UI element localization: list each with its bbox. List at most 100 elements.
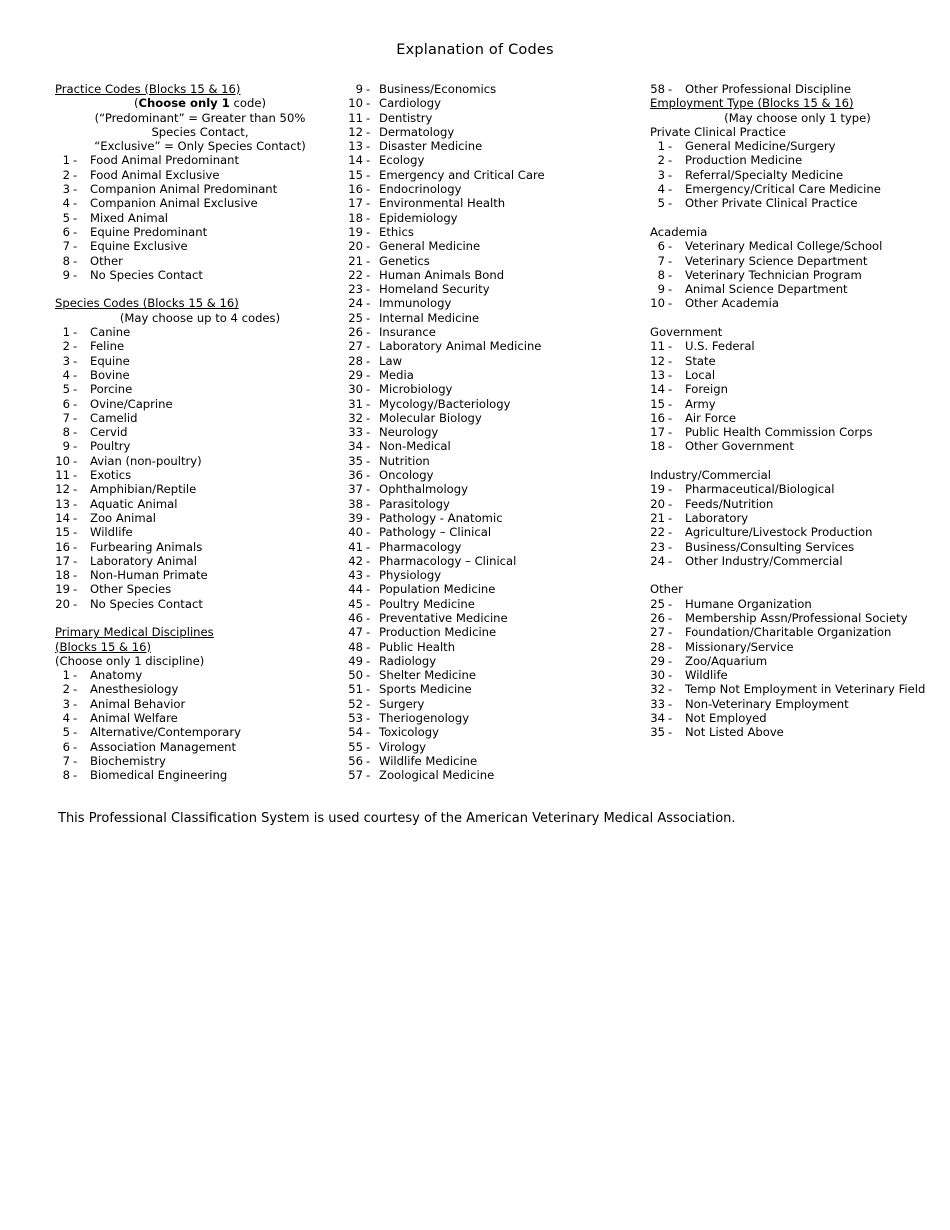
code-label: Business/Economics [379,82,497,96]
code-label: Preventative Medicine [379,610,508,625]
code-row: 22- Human Animals Bond [348,268,643,282]
code-dash: - [73,396,78,411]
code-label: Association Management [90,739,237,754]
code-dash: - [668,439,673,454]
code-number: 56 [348,753,363,768]
code-dash: - [366,510,371,525]
code-dash: - [366,568,371,583]
code-row: 6- Equine Predominant [55,225,345,239]
code-dash: - [73,210,78,225]
code-label: Cardiology [379,96,441,111]
code-label: Zoo Animal [90,510,156,525]
code-number: 3 [657,167,665,182]
section-practice-codes: Practice Codes (Blocks 15 & 16) (Choose … [55,82,345,282]
code-dash: - [366,239,371,254]
code-dash: - [366,167,371,182]
code-number: 15 [348,167,363,182]
code-row: 11- Dentistry [348,111,643,125]
code-label: Environmental Health [379,196,506,211]
code-row: 40- Pathology – Clinical [348,525,643,539]
code-dash: - [366,525,371,540]
code-number: 5 [62,210,70,225]
code-row: 15- Wildlife [55,525,345,539]
code-dash: - [668,267,673,282]
code-number: 34 [650,711,665,726]
code-label: Emergency and Critical Care [379,167,545,182]
code-row: 22- Agriculture/Livestock Production [650,525,945,539]
code-number: 19 [650,482,665,497]
code-dash: - [366,768,371,783]
code-dash: - [73,711,78,726]
code-dash: - [366,396,371,411]
code-label: Pharmaceutical/Biological [685,482,835,497]
code-row: 20- No Species Contact [55,597,345,611]
employment-type-heading: Employment Type (Blocks 15 & 16) [650,96,854,111]
code-dash: - [73,525,78,540]
code-row: 6- Association Management [55,740,345,754]
code-dash: - [668,82,673,96]
code-dash: - [668,525,673,540]
code-row: 34- Not Employed [650,711,945,725]
code-label: Ecology [379,153,425,168]
code-row: 28- Missionary/Service [650,640,945,654]
code-row: 55- Virology [348,740,643,754]
code-row: 19- Other Species [55,582,345,596]
code-number: 44 [348,582,363,597]
code-row: 23- Homeland Security [348,282,643,296]
code-label: Ethics [379,224,414,239]
code-label: No Species Contact [90,596,203,611]
code-number: 21 [650,510,665,525]
code-row: 8- Cervid [55,425,345,439]
code-dash: - [73,167,78,182]
code-dash: - [366,582,371,597]
code-number: 13 [650,367,665,382]
code-label: Radiology [379,653,437,668]
code-row: 18- Epidemiology [348,211,643,225]
code-number: 47 [348,625,363,640]
code-row: 1- General Medicine/Surgery [650,139,945,153]
code-label: Mycology/Bacteriology [379,396,511,411]
code-dash: - [366,596,371,611]
code-label: Laboratory [685,510,749,525]
code-row: 5- Mixed Animal [55,211,345,225]
code-row: 46- Preventative Medicine [348,611,643,625]
code-row: 47- Production Medicine [348,625,643,639]
code-row: 12- Dermatology [348,125,643,139]
code-row: 23- Business/Consulting Services [650,540,945,554]
code-label: Business/Consulting Services [685,539,855,554]
code-dash: - [366,153,371,168]
code-dash: - [668,253,673,268]
code-number: 13 [348,139,363,154]
code-number: 43 [348,568,363,583]
code-dash: - [73,753,78,768]
employment-group-heading: Private Clinical Practice [650,124,786,139]
column-middle: 9- Business/Economics 10- Cardiology 11- Dent… [348,82,643,783]
code-label: Human Animals Bond [379,267,505,282]
code-number: 16 [55,539,70,554]
code-label: Biochemistry [90,753,166,768]
code-row: 34- Non-Medical [348,439,643,453]
code-number: 34 [348,439,363,454]
code-dash: - [366,625,371,640]
code-number: 14 [55,510,70,525]
code-label: Camelid [90,410,138,425]
code-number: 29 [348,367,363,382]
code-label: Pathology - Anatomic [379,510,503,525]
code-dash: - [366,725,371,740]
code-dash: - [366,224,371,239]
code-row: 25- Humane Organization [650,597,945,611]
code-number: 48 [348,639,363,654]
code-number: 10 [348,96,363,111]
code-row: 6- Ovine/Caprine [55,397,345,411]
code-number: 30 [348,382,363,397]
code-dash: - [668,410,673,425]
code-label: Population Medicine [379,582,496,597]
code-row: 27- Laboratory Animal Medicine [348,339,643,353]
code-number: 10 [55,453,70,468]
code-dash: - [73,239,78,254]
code-number: 8 [62,253,70,268]
code-row: 1- Anatomy [55,668,345,682]
code-label: Molecular Biology [379,410,482,425]
